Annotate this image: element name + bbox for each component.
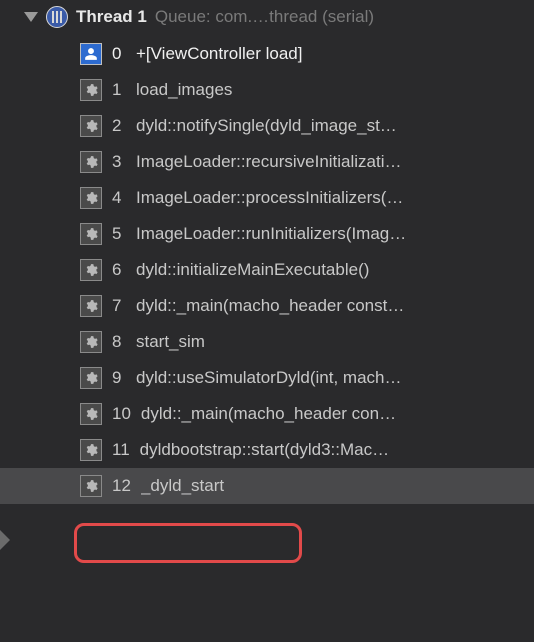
gear-icon [80,367,102,389]
frame-number: 5 [112,224,126,244]
frame-number: 1 [112,80,126,100]
frame-label: load_images [136,80,232,100]
frame-label: start_sim [136,332,205,352]
frame-label: dyld::_main(macho_header const… [136,296,404,316]
frame-label: _dyld_start [141,476,224,496]
gear-icon [80,223,102,245]
stack-frame-row[interactable]: 8 start_sim [0,324,534,360]
stack-frame-row[interactable]: 1 load_images [0,72,534,108]
stack-frame-row[interactable]: 9 dyld::useSimulatorDyld(int, mach… [0,360,534,396]
frame-number: 11 [112,440,130,460]
stack-frame-row[interactable]: 0 +[ViewController load] [0,36,534,72]
thread-header[interactable]: Thread 1 Queue: com.…thread (serial) [0,0,534,34]
frame-label: dyld::useSimulatorDyld(int, mach… [136,368,401,388]
frame-number: 6 [112,260,126,280]
disclosure-triangle-icon[interactable] [24,12,38,22]
stack-frame-row[interactable]: 4 ImageLoader::processInitializers(… [0,180,534,216]
frame-number: 9 [112,368,126,388]
thread-icon [46,6,68,28]
gear-icon [80,79,102,101]
gear-icon [80,403,102,425]
frame-number: 8 [112,332,126,352]
user-frame-icon [80,43,102,65]
gear-icon [80,259,102,281]
frame-number: 0 [112,44,126,64]
stack-frame-row[interactable]: 2 dyld::notifySingle(dyld_image_st… [0,108,534,144]
thread-title: Thread 1 [76,7,147,27]
gear-icon [80,475,102,497]
frame-number: 3 [112,152,126,172]
gear-icon [80,151,102,173]
frame-number: 2 [112,116,126,136]
frame-number: 7 [112,296,126,316]
stack-frame-row[interactable]: 10 dyld::_main(macho_header con… [0,396,534,432]
frame-number: 10 [112,404,131,424]
frame-label: ImageLoader::recursiveInitializati… [136,152,402,172]
frame-label: dyld::_main(macho_header con… [141,404,396,424]
frame-label: dyldbootstrap::start(dyld3::Mac… [140,440,389,460]
frame-label: dyld::notifySingle(dyld_image_st… [136,116,397,136]
annotation-highlight-box [74,523,302,563]
stack-frame-list: 0 +[ViewController load] 1 load_images 2… [0,34,534,504]
gear-icon [80,439,102,461]
frame-label: ImageLoader::runInitializers(Imag… [136,224,406,244]
frame-label: ImageLoader::processInitializers(… [136,188,403,208]
frame-label: dyld::initializeMainExecutable() [136,260,369,280]
thread-queue-label: Queue: com.…thread (serial) [155,7,374,27]
gear-icon [80,295,102,317]
stack-frame-row[interactable]: 12 _dyld_start [0,468,534,504]
stack-frame-row[interactable]: 11 dyldbootstrap::start(dyld3::Mac… [0,432,534,468]
current-frame-indicator-icon [0,530,10,550]
stack-frame-row[interactable]: 5 ImageLoader::runInitializers(Imag… [0,216,534,252]
stack-frame-row[interactable]: 3 ImageLoader::recursiveInitializati… [0,144,534,180]
stack-frame-row[interactable]: 7 dyld::_main(macho_header const… [0,288,534,324]
frame-number: 12 [112,476,131,496]
gear-icon [80,331,102,353]
gear-icon [80,187,102,209]
frame-number: 4 [112,188,126,208]
frame-label: +[ViewController load] [136,44,302,64]
gear-icon [80,115,102,137]
stack-frame-row[interactable]: 6 dyld::initializeMainExecutable() [0,252,534,288]
